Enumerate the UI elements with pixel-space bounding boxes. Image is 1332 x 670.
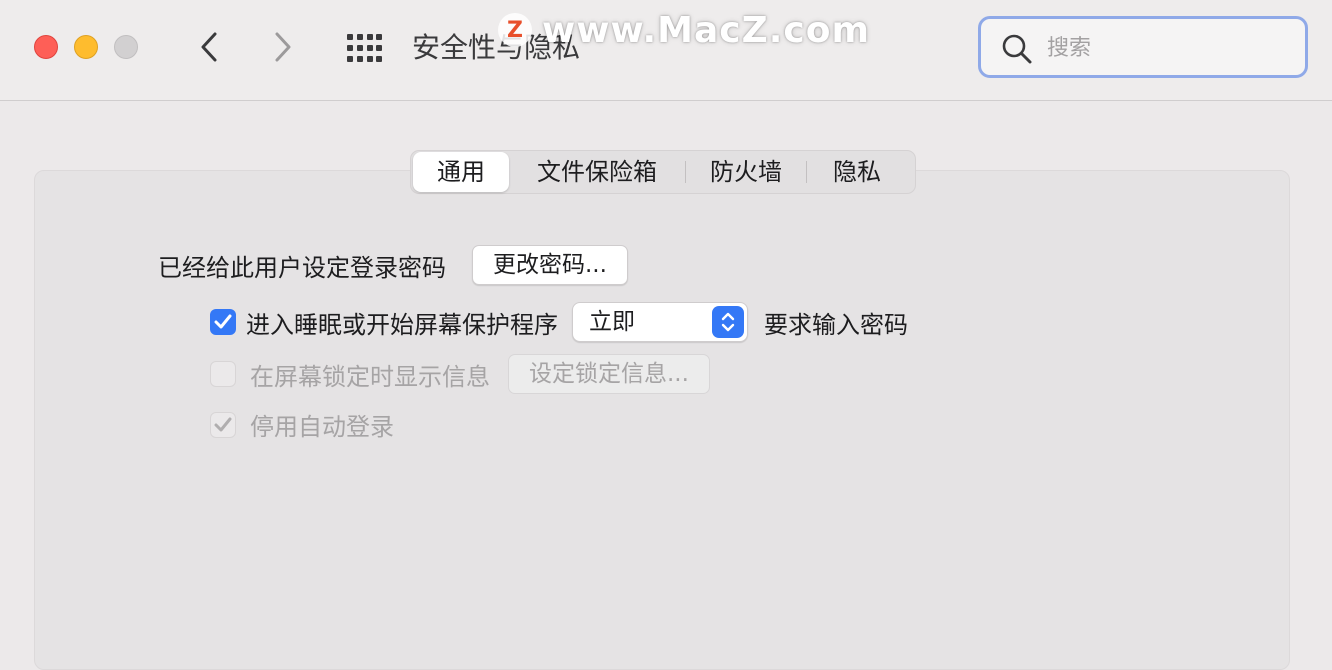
checkmark-icon <box>214 417 232 431</box>
disable-auto-login-label: 停用自动登录 <box>250 413 394 441</box>
password-set-label: 已经给此用户设定登录密码 <box>158 253 446 282</box>
lock-message-label: 在屏幕锁定时显示信息 <box>250 362 490 391</box>
close-window-button[interactable] <box>34 35 58 59</box>
set-lock-message-button[interactable]: 设定锁定信息... <box>508 354 710 394</box>
tab-privacy[interactable]: 隐私 <box>807 152 907 192</box>
search-input[interactable] <box>1045 29 1289 67</box>
forward-button[interactable] <box>268 28 298 66</box>
watermark: Z www.MacZ.com <box>498 8 870 52</box>
show-all-button[interactable] <box>346 33 382 63</box>
change-password-button[interactable]: 更改密码... <box>472 245 628 285</box>
watermark-logo: Z <box>498 13 532 47</box>
lock-message-row: 在屏幕锁定时显示信息 设定锁定信息... <box>210 354 710 394</box>
password-delay-value: 立即 <box>589 309 635 335</box>
back-button[interactable] <box>194 28 224 66</box>
tab-bar: 通用 文件保险箱 防火墙 隐私 <box>410 150 916 194</box>
require-password-checkbox[interactable] <box>210 309 236 335</box>
lock-message-checkbox[interactable] <box>210 361 236 387</box>
require-password-suffix: 要求输入密码 <box>764 310 908 339</box>
updown-chevron-icon <box>712 306 744 338</box>
minimize-window-button[interactable] <box>74 35 98 59</box>
password-row: 已经给此用户设定登录密码 更改密码... <box>158 245 628 285</box>
title-bar: 安全性与隐私 Z www.MacZ.com <box>0 0 1332 101</box>
require-password-row: 进入睡眠或开始屏幕保护程序 立即 要求输入密码 <box>210 302 908 342</box>
password-delay-select[interactable]: 立即 <box>572 302 748 342</box>
chevron-left-icon <box>201 32 217 62</box>
search-field[interactable] <box>978 16 1308 78</box>
require-password-label: 进入睡眠或开始屏幕保护程序 <box>246 310 558 339</box>
grid-icon <box>347 34 382 62</box>
tab-firewall[interactable]: 防火墙 <box>686 152 806 192</box>
chevron-right-icon <box>275 32 291 62</box>
disable-auto-login-checkbox[interactable] <box>210 411 236 438</box>
watermark-text: www.MacZ.com <box>542 9 870 51</box>
tab-filevault[interactable]: 文件保险箱 <box>509 152 685 192</box>
zoom-window-button[interactable] <box>114 35 138 59</box>
tab-general[interactable]: 通用 <box>413 152 509 192</box>
auto-login-row: 停用自动登录 <box>210 407 394 442</box>
search-icon <box>1002 34 1032 64</box>
checkmark-icon <box>214 314 232 329</box>
